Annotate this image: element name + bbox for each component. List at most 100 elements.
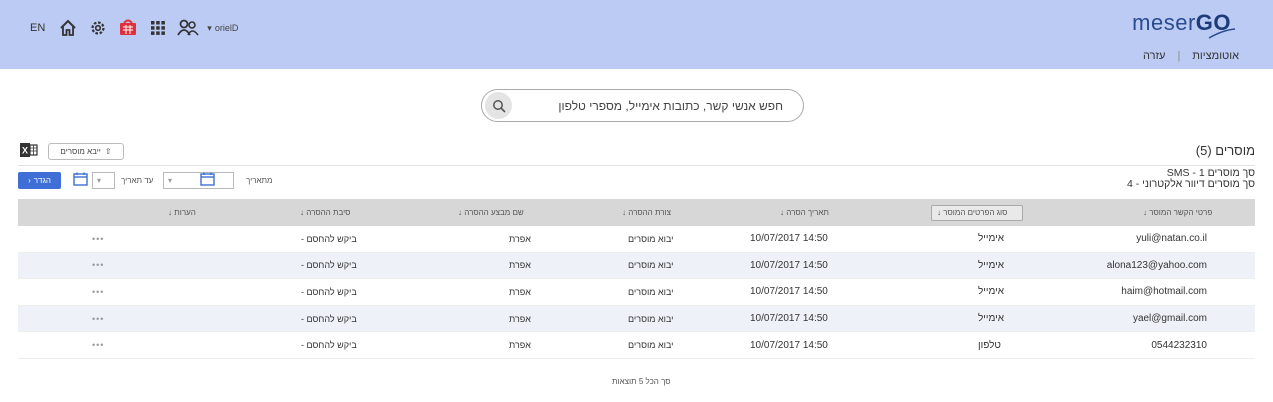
col-label: סוג הפרטים המוסר bbox=[943, 208, 1008, 217]
cell-contact: 0544232310 bbox=[1151, 339, 1207, 351]
to-date-input[interactable] bbox=[92, 172, 115, 189]
cell-date: 10/07/2017 14:50 bbox=[750, 233, 828, 245]
cart-icon[interactable] bbox=[117, 17, 139, 39]
row-actions-more-icon[interactable]: ••• bbox=[92, 226, 104, 252]
user-menu[interactable]: ▾ orielD bbox=[207, 23, 238, 34]
table-row[interactable]: yael@gmail.com אימייל 10/07/2017 14:50 י… bbox=[18, 305, 1255, 333]
col-label: הערות bbox=[174, 208, 196, 217]
cell-type: אימייל bbox=[978, 286, 1005, 298]
col-label: תאריך הסרה bbox=[786, 208, 829, 217]
gear-icon[interactable] bbox=[87, 17, 109, 39]
home-icon[interactable] bbox=[57, 17, 79, 39]
cell-by: אפרת bbox=[509, 233, 531, 244]
sort-arrow-icon: ↓ bbox=[458, 208, 462, 217]
table-header: פרטי הקשר המוסר ↓ סוג הפרטים המוסר ↓ תאר… bbox=[18, 199, 1255, 226]
col-label: פרטי הקשר המוסר bbox=[1149, 208, 1213, 217]
cell-method: יבוא מוסרים bbox=[628, 233, 674, 244]
to-date-label: עד תאריך bbox=[121, 176, 154, 185]
col-contact-header[interactable]: פרטי הקשר המוסר ↓ bbox=[1143, 199, 1212, 226]
col-label: סיבת ההסרה bbox=[306, 208, 351, 217]
import-removed-button[interactable]: ⇧ ייבא מוסרים bbox=[48, 143, 124, 160]
search-icon[interactable] bbox=[485, 92, 512, 119]
table-row[interactable]: haim@hotmail.com אימייל 10/07/2017 14:50… bbox=[18, 279, 1255, 306]
apps-grid-icon[interactable] bbox=[147, 17, 169, 39]
cell-reason: ביקש להחסם - bbox=[301, 286, 357, 297]
table-row[interactable]: 0544232310 טלפון 10/07/2017 14:50 יבוא מ… bbox=[18, 332, 1255, 359]
users-icon[interactable] bbox=[177, 17, 199, 39]
row-actions-more-icon[interactable]: ••• bbox=[92, 253, 104, 279]
sort-arrow-icon: ↓ bbox=[622, 208, 626, 217]
cell-type: טלפון bbox=[978, 339, 1001, 351]
define-button[interactable]: הגדר ‹ bbox=[18, 172, 61, 189]
svg-text:X: X bbox=[22, 146, 28, 156]
upload-icon: ⇧ bbox=[104, 147, 112, 156]
col-label: צורת ההסרה bbox=[628, 208, 671, 217]
removed-table: פרטי הקשר המוסר ↓ סוג הפרטים המוסר ↓ תאר… bbox=[18, 199, 1255, 359]
excel-export-icon[interactable]: X bbox=[20, 142, 38, 158]
cell-contact: alona123@yahoo.com bbox=[1106, 259, 1207, 271]
col-notes-header[interactable]: הערות ↓ bbox=[168, 199, 196, 226]
logo-text: meser bbox=[1132, 10, 1196, 35]
cell-reason: ביקש להחסם - bbox=[301, 340, 357, 351]
top-bar: EN ▾ orielD meserGO אוטומציות | עזרה bbox=[0, 0, 1273, 69]
sort-arrow-icon: ↓ bbox=[300, 208, 304, 217]
top-nav: אוטומציות | עזרה bbox=[1143, 50, 1239, 62]
table-row[interactable]: yuli@natan.co.il אימייל 10/07/2017 14:50… bbox=[18, 226, 1255, 253]
page-title: מוסרים (5) bbox=[1195, 143, 1255, 158]
user-name: orielD bbox=[214, 23, 239, 33]
from-date-input[interactable] bbox=[163, 172, 234, 189]
define-button-label: הגדר bbox=[33, 176, 51, 185]
cell-by: אפרת bbox=[509, 286, 531, 297]
table-row[interactable]: alona123@yahoo.com אימייל 10/07/2017 14:… bbox=[18, 252, 1255, 280]
chevron-down-icon: ▾ bbox=[207, 22, 212, 33]
cell-date: 10/07/2017 14:50 bbox=[750, 313, 828, 325]
cell-method: יבוא מוסרים bbox=[628, 286, 674, 297]
nav-separator: | bbox=[1177, 50, 1181, 62]
col-reason-header[interactable]: סיבת ההסרה ↓ bbox=[300, 199, 350, 226]
cell-type: אימייל bbox=[978, 233, 1005, 245]
row-actions-more-icon[interactable]: ••• bbox=[92, 332, 104, 358]
cell-method: יבוא מוסרים bbox=[628, 313, 674, 324]
row-actions-more-icon[interactable]: ••• bbox=[92, 306, 104, 332]
language-switch[interactable]: EN bbox=[30, 22, 45, 34]
col-type-header[interactable]: סוג הפרטים המוסר ↓ bbox=[937, 199, 1007, 226]
col-by-header[interactable]: שם מבצע ההסרה ↓ bbox=[458, 199, 524, 226]
row-actions-more-icon[interactable]: ••• bbox=[92, 279, 104, 305]
search-box[interactable] bbox=[481, 89, 804, 122]
cell-method: יבוא מוסרים bbox=[628, 260, 674, 271]
cell-date: 10/07/2017 14:50 bbox=[750, 259, 828, 271]
nav-automations[interactable]: אוטומציות bbox=[1192, 50, 1239, 62]
cell-contact: yuli@natan.co.il bbox=[1136, 233, 1207, 245]
chevron-left-icon: ‹ bbox=[28, 176, 31, 185]
col-date-header[interactable]: תאריך הסרה ↓ bbox=[780, 199, 829, 226]
cell-date: 10/07/2017 14:50 bbox=[750, 286, 828, 298]
search-input[interactable] bbox=[522, 96, 783, 116]
sort-arrow-icon: ↓ bbox=[1143, 208, 1147, 217]
cell-by: אפרת bbox=[509, 340, 531, 351]
divider bbox=[18, 165, 1255, 166]
cell-type: אימייל bbox=[978, 313, 1005, 325]
nav-help[interactable]: עזרה bbox=[1143, 50, 1165, 62]
calendar-icon[interactable] bbox=[200, 172, 215, 186]
summary: סך מוסרים SMS - 1 סך מוסרים דיוור אלקטרו… bbox=[1127, 168, 1255, 190]
sort-arrow-icon: ↓ bbox=[937, 208, 941, 217]
sort-arrow-icon: ↓ bbox=[780, 208, 784, 217]
from-date-dropdown-icon: ▾ bbox=[168, 176, 173, 185]
col-method-header[interactable]: צורת ההסרה ↓ bbox=[622, 199, 671, 226]
sort-arrow-icon: ↓ bbox=[168, 208, 172, 217]
cell-reason: ביקש להחסם - bbox=[301, 313, 357, 324]
cell-date: 10/07/2017 14:50 bbox=[750, 339, 828, 351]
cell-type: אימייל bbox=[978, 259, 1005, 271]
col-label: שם מבצע ההסרה bbox=[464, 208, 524, 217]
calendar-icon[interactable] bbox=[73, 172, 88, 186]
logo-swoosh-icon bbox=[1208, 28, 1236, 39]
cell-contact: yael@gmail.com bbox=[1132, 313, 1207, 325]
summary-email: סך מוסרים דיוור אלקטרוני - 4 bbox=[1126, 178, 1255, 190]
from-date-label: מתאריך bbox=[246, 176, 273, 185]
import-button-label: ייבא מוסרים bbox=[60, 147, 101, 156]
results-count: סך הכל 5 תוצאות bbox=[612, 377, 671, 386]
cell-reason: ביקש להחסם - bbox=[301, 260, 357, 271]
top-toolbar: EN ▾ orielD bbox=[30, 16, 238, 40]
cell-by: אפרת bbox=[509, 313, 531, 324]
cell-contact: haim@hotmail.com bbox=[1121, 286, 1207, 298]
